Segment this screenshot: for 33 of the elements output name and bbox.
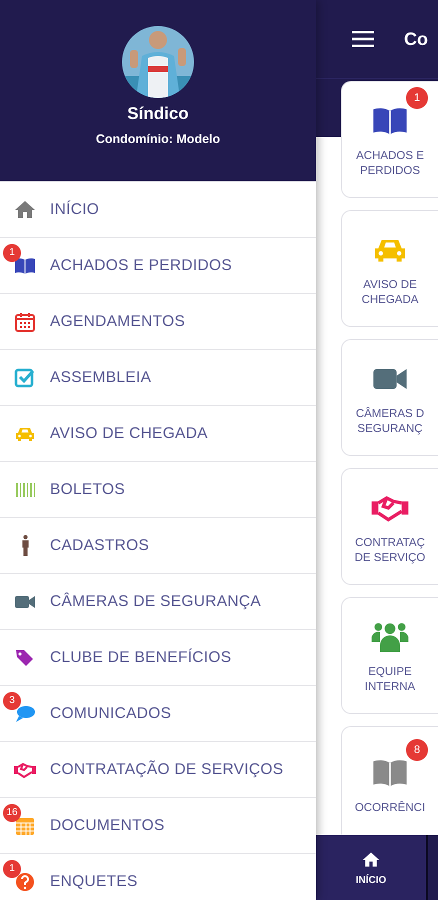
- home-icon: [361, 850, 381, 870]
- card-label: CONTRATAÇ DE SERVIÇO: [354, 536, 426, 566]
- menu-item[interactable]: 16 DOCUMENTOS: [0, 798, 316, 854]
- card-label: AVISO DE CHEGADA: [362, 278, 418, 308]
- notification-badge: 1: [3, 860, 21, 878]
- menu-item[interactable]: AVISO DE CHEGADA: [0, 406, 316, 462]
- menu-item[interactable]: AGENDAMENTOS: [0, 294, 316, 350]
- menu-item[interactable]: CÂMERAS DE SEGURANÇA: [0, 574, 316, 630]
- condominium-name: Condomínio: Modelo: [96, 132, 220, 146]
- card-label: EQUIPE INTERNA: [364, 664, 416, 694]
- shortcut-card[interactable]: EQUIPE INTERNA: [341, 597, 438, 714]
- shortcut-card[interactable]: 1 ACHADOS E PERDIDOS: [341, 81, 438, 198]
- notification-badge: 3: [3, 692, 21, 710]
- user-name: Síndico: [127, 104, 189, 124]
- shortcut-card[interactable]: 8 OCORRÊNCI: [341, 726, 438, 835]
- menu-icon[interactable]: [352, 31, 374, 47]
- bottom-tab[interactable]: INÍCIO: [316, 835, 428, 900]
- notification-badge: 1: [3, 244, 21, 262]
- card-label: OCORRÊNCI: [354, 801, 426, 816]
- card-label: ACHADOS E PERDIDOS: [356, 148, 424, 178]
- menu-item[interactable]: 3 COMUNICADOS: [0, 686, 316, 742]
- person-icon: [20, 534, 30, 557]
- notification-badge: 1: [406, 86, 428, 109]
- page-title: Co: [404, 28, 428, 50]
- card-label: CÂMERAS D SEGURANÇ: [356, 406, 424, 436]
- notification-badge: 8: [406, 739, 428, 762]
- shortcut-card[interactable]: AVISO DE CHEGADA: [341, 210, 438, 327]
- shortcut-card[interactable]: CÂMERAS D SEGURANÇ: [341, 339, 438, 456]
- shortcut-card[interactable]: CONTRATAÇ DE SERVIÇO: [341, 468, 438, 585]
- notification-badge: 16: [3, 804, 21, 822]
- menu-item[interactable]: ASSEMBLEIA: [0, 350, 316, 406]
- menu-item[interactable]: 1 ENQUETES: [0, 854, 316, 900]
- menu-item[interactable]: 1 ACHADOS E PERDIDOS: [0, 238, 316, 294]
